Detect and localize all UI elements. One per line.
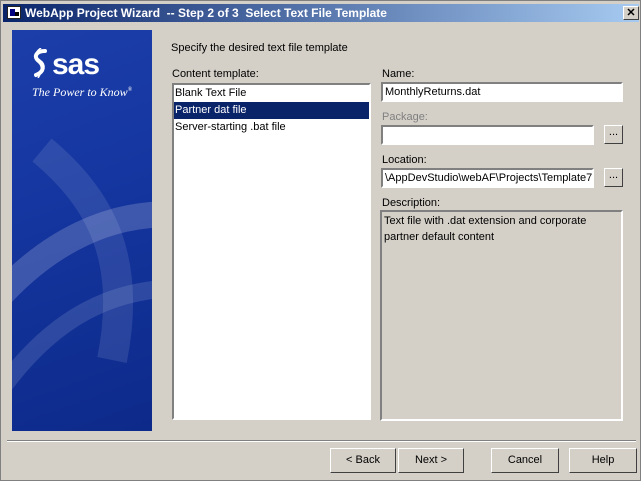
cancel-button[interactable]: Cancel bbox=[491, 448, 559, 473]
list-item[interactable]: Blank Text File bbox=[174, 85, 369, 102]
close-button[interactable]: ✕ bbox=[623, 6, 639, 20]
name-field[interactable]: MonthlyReturns.dat bbox=[381, 82, 623, 102]
description-label: Description: bbox=[382, 197, 441, 209]
package-label: Package: bbox=[382, 111, 428, 123]
footer-separator bbox=[7, 440, 636, 442]
content-template-list[interactable]: Blank Text File Partner dat file Server-… bbox=[172, 83, 371, 420]
tagline: The Power to Know bbox=[32, 85, 132, 100]
help-button[interactable]: Help bbox=[569, 448, 637, 473]
location-field[interactable]: \AppDevStudio\webAF\Projects\Template7 bbox=[381, 168, 594, 188]
sas-logo-word: sas bbox=[52, 48, 100, 81]
package-field[interactable] bbox=[381, 125, 594, 145]
wizard-window: WebApp Project Wizard -- Step 2 of 3 Sel… bbox=[0, 0, 641, 481]
list-item[interactable]: Server-starting .bat file bbox=[174, 119, 369, 136]
next-button[interactable]: Next > bbox=[398, 448, 464, 473]
list-item[interactable]: Partner dat file bbox=[174, 102, 369, 119]
app-icon bbox=[7, 6, 21, 19]
title-bar[interactable]: WebApp Project Wizard -- Step 2 of 3 Sel… bbox=[3, 4, 639, 22]
location-label: Location: bbox=[382, 154, 427, 166]
sas-logo-icon bbox=[33, 48, 47, 78]
name-label: Name: bbox=[382, 68, 415, 80]
back-button[interactable]: < Back bbox=[330, 448, 396, 473]
sas-banner: sas The Power to Know bbox=[12, 30, 152, 431]
location-browse-button[interactable]: ... bbox=[604, 168, 623, 187]
content-template-label: Content template: bbox=[172, 68, 259, 80]
package-browse-button[interactable]: ... bbox=[604, 125, 623, 144]
step-instructions: Specify the desired text file template bbox=[171, 42, 348, 54]
description-field: Text file with .dat extension and corpor… bbox=[380, 210, 623, 421]
window-title: WebApp Project Wizard -- Step 2 of 3 Sel… bbox=[25, 6, 387, 20]
